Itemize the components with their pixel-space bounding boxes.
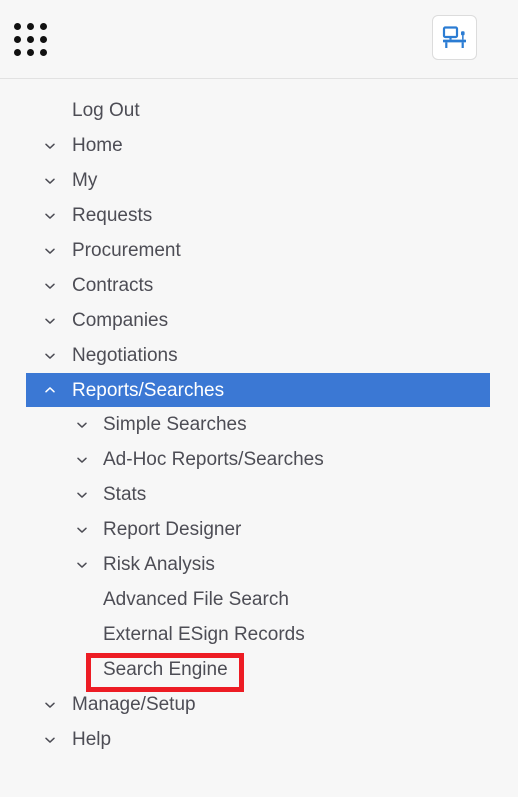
nav-item-label: Ad-Hoc Reports/Searches (103, 449, 324, 470)
app-header (0, 0, 518, 79)
nav-item-label: Log Out (72, 100, 140, 121)
nav-item-label: Negotiations (72, 345, 178, 366)
chevron-down-icon[interactable] (75, 453, 89, 467)
nav-item-label: Manage/Setup (72, 694, 196, 715)
nav-item-label: Simple Searches (103, 414, 247, 435)
nav-item-negotiations[interactable]: Negotiations (0, 338, 518, 373)
grid-dot (14, 23, 22, 31)
nav-item-label: Help (72, 729, 112, 750)
nav-item-requests[interactable]: Requests (0, 198, 518, 233)
nav-item-label: External ESign Records (103, 624, 305, 645)
chevron-down-icon[interactable] (75, 488, 89, 502)
nav-item-label: Reports/Searches (72, 379, 225, 401)
nav-item-companies[interactable]: Companies (0, 303, 518, 338)
nav-item-label: Procurement (72, 240, 181, 261)
chevron-down-icon[interactable] (43, 698, 57, 712)
nav-item-label: Stats (103, 484, 147, 505)
chevron-down-icon[interactable] (75, 523, 89, 537)
nav-item-procurement[interactable]: Procurement (0, 233, 518, 268)
nav-item-advanced-file-search[interactable]: Advanced File Search (0, 582, 518, 617)
grid-dot (26, 23, 34, 31)
nav-item-label: Risk Analysis (103, 554, 215, 575)
nav-item-label: Search Engine (103, 659, 228, 680)
nav-item-label: Home (72, 135, 123, 156)
grid-apps-icon[interactable] (13, 22, 48, 57)
nav-item-label: Companies (72, 310, 169, 331)
grid-dot (39, 48, 47, 56)
grid-dot (26, 35, 34, 43)
grid-dot (14, 35, 22, 43)
nav-item-external-esign-records[interactable]: External ESign Records (0, 617, 518, 652)
nav-item-my[interactable]: My (0, 163, 518, 198)
chevron-down-icon[interactable] (43, 314, 57, 328)
nav-item-manage-setup[interactable]: Manage/Setup (0, 687, 518, 722)
nav-item-ad-hoc-reports-searches[interactable]: Ad-Hoc Reports/Searches (0, 442, 518, 477)
nav-item-label: Requests (72, 205, 153, 226)
nav-item-home[interactable]: Home (0, 128, 518, 163)
nav-item-simple-searches[interactable]: Simple Searches (0, 407, 518, 442)
chevron-down-icon[interactable] (43, 279, 57, 293)
nav-item-log-out[interactable]: Log Out (0, 93, 518, 128)
chevron-down-icon[interactable] (43, 733, 57, 747)
chevron-down-icon[interactable] (43, 349, 57, 363)
chevron-down-icon[interactable] (43, 174, 57, 188)
chevron-up-icon[interactable] (43, 383, 57, 397)
workstation-monitor-desk-icon (442, 25, 468, 50)
chevron-down-icon[interactable] (75, 418, 89, 432)
nav-item-label: My (72, 170, 98, 191)
nav-item-risk-analysis[interactable]: Risk Analysis (0, 547, 518, 582)
nav-item-help[interactable]: Help (0, 722, 518, 757)
workstation-button[interactable] (432, 15, 477, 60)
grid-dot (26, 48, 34, 56)
nav-item-stats[interactable]: Stats (0, 477, 518, 512)
nav-item-label: Report Designer (103, 519, 242, 540)
nav-item-label: Contracts (72, 275, 154, 296)
grid-dot (39, 35, 47, 43)
chevron-down-icon[interactable] (43, 139, 57, 153)
grid-dot (14, 48, 22, 56)
nav-item-search-engine[interactable]: Search Engine (0, 652, 518, 692)
nav-item-contracts[interactable]: Contracts (0, 268, 518, 303)
nav-item-label: Advanced File Search (103, 589, 289, 610)
chevron-down-icon[interactable] (75, 558, 89, 572)
nav-item-report-designer[interactable]: Report Designer (0, 512, 518, 547)
chevron-down-icon[interactable] (43, 209, 57, 223)
main-navigation: Log Out Home My Requests Procurement Contract… (0, 79, 518, 757)
grid-dot (39, 23, 47, 31)
chevron-down-icon[interactable] (43, 244, 57, 258)
nav-item-reports-searches[interactable]: Reports/Searches (26, 373, 490, 407)
